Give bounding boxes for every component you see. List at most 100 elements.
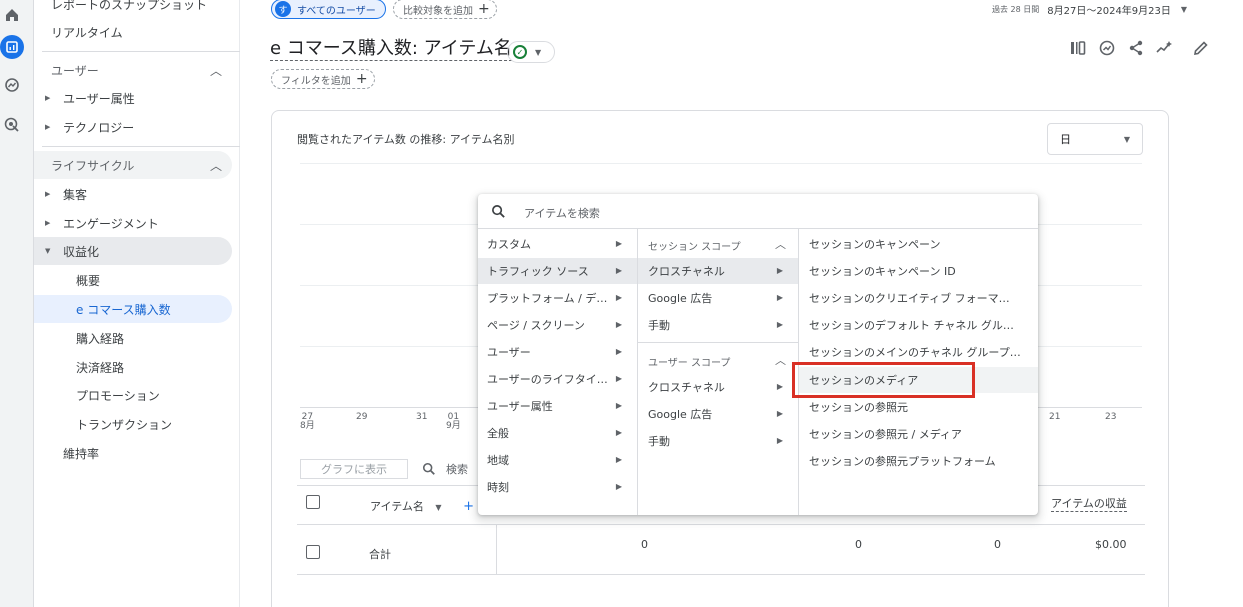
add-filter-button[interactable]: フィルタを追加 + bbox=[271, 69, 375, 89]
scope-item-session-cross-channel[interactable]: クロスチャネル ▶ bbox=[638, 258, 798, 284]
dimension-item[interactable]: セッションの参照元 bbox=[799, 394, 1038, 420]
x-tick: 23 bbox=[1105, 412, 1117, 422]
category-item[interactable]: ユーザー ▶ bbox=[478, 339, 637, 365]
category-column: カスタム ▶ トラフィック ソース ▶ プラットフォーム / デ… ▶ ページ / ス… bbox=[478, 229, 638, 515]
sidebar-item-snapshot[interactable]: レポートのスナップショット bbox=[34, 0, 232, 18]
home-icon[interactable] bbox=[2, 5, 22, 25]
sidebar-section-lifecycle[interactable]: ライフサイクル ︿ bbox=[34, 151, 232, 179]
explore-icon[interactable] bbox=[2, 75, 22, 95]
chevron-right-icon: ▶ bbox=[615, 482, 622, 491]
sidebar-item-demographics[interactable]: ▶ ユーザー属性 bbox=[34, 84, 232, 112]
sidebar-item-engagement[interactable]: ▶ エンゲージメント bbox=[34, 209, 232, 237]
sidebar-item-retention[interactable]: 維持率 bbox=[34, 439, 232, 467]
dimension-item[interactable]: セッションのキャンペーン ID bbox=[799, 258, 1038, 284]
compare-view-icon[interactable] bbox=[1068, 38, 1088, 58]
chevron-right-icon: ▶ bbox=[615, 320, 622, 329]
segment-badge: す bbox=[275, 1, 291, 17]
sidebar-divider bbox=[42, 146, 248, 147]
sidebar-item-promotions[interactable]: プロモーション bbox=[34, 381, 232, 409]
scope-item[interactable]: クロスチャネル ▶ bbox=[638, 374, 798, 400]
sidebar: レポートのスナップショット リアルタイム ユーザー ︿ ▶ ユーザー属性 ▶ テ… bbox=[33, 0, 248, 607]
total-value: 0 bbox=[641, 538, 648, 551]
advertising-icon[interactable] bbox=[2, 115, 22, 135]
table-divider bbox=[297, 524, 1145, 525]
session-scope-label: セッション スコープ bbox=[648, 242, 741, 253]
scope-item[interactable]: 手動 ▶ bbox=[638, 428, 798, 454]
segment-chip[interactable]: す すべてのユーザー bbox=[271, 0, 386, 19]
category-item[interactable]: 地域 ▶ bbox=[478, 447, 637, 473]
insights-icon[interactable] bbox=[1097, 38, 1117, 58]
scope-item[interactable]: 手動 ▶ bbox=[638, 312, 798, 338]
total-row-checkbox[interactable] bbox=[306, 545, 320, 559]
date-range-picker[interactable]: 過去 28 日間 8月27日～2024年9月23日 ▼ bbox=[992, 1, 1187, 17]
trend-sparkle-icon[interactable] bbox=[1154, 38, 1174, 58]
category-item[interactable]: 全般 ▶ bbox=[478, 420, 637, 446]
time-unit-select[interactable]: 日 ▼ bbox=[1047, 123, 1143, 155]
dimension-item[interactable]: セッションの参照元プラットフォーム bbox=[799, 448, 1038, 474]
report-status-button[interactable]: ✓ ▼ bbox=[507, 41, 555, 63]
dimension-column: セッションのキャンペーン セッションのキャンペーン ID セッションのクリエイテ… bbox=[799, 229, 1038, 515]
sidebar-item-monetization[interactable]: ▼ 収益化 bbox=[34, 237, 232, 265]
category-item-traffic-source[interactable]: トラフィック ソース ▶ bbox=[478, 258, 637, 284]
item-name-column-header[interactable]: アイテム名 ▼ + bbox=[370, 498, 474, 514]
chevron-right-icon: ▶ bbox=[615, 401, 622, 410]
dimension-item[interactable]: セッションのデフォルト チャネル グル… bbox=[799, 312, 1038, 338]
expand-arrow-icon: ▶ bbox=[45, 219, 51, 227]
category-item[interactable]: 時刻 ▶ bbox=[478, 474, 637, 500]
chevron-right-icon: ▶ bbox=[776, 436, 783, 445]
add-dimension-icon[interactable]: + bbox=[463, 499, 474, 514]
scope-item[interactable]: Google 広告 ▶ bbox=[638, 285, 798, 311]
sidebar-item-acquisition[interactable]: ▶ 集客 bbox=[34, 180, 232, 208]
chevron-up-icon: ︿ bbox=[209, 159, 222, 173]
select-all-checkbox[interactable] bbox=[306, 495, 320, 509]
table-search[interactable]: 検索 bbox=[422, 459, 468, 479]
sidebar-item-checkout-journey[interactable]: 決済経路 bbox=[34, 353, 232, 381]
plus-icon: + bbox=[355, 71, 368, 87]
dropdown-arrow-icon: ▼ bbox=[1180, 4, 1188, 14]
dimension-search[interactable]: アイテムを検索 bbox=[478, 194, 1038, 229]
dimension-item[interactable]: セッションのクリエイティブ フォーマ… bbox=[799, 285, 1038, 311]
table-divider bbox=[297, 574, 1145, 575]
total-value: $0.00 bbox=[1095, 538, 1127, 551]
category-item[interactable]: カスタム ▶ bbox=[478, 231, 637, 257]
sidebar-item-purchase-journey[interactable]: 購入経路 bbox=[34, 324, 232, 352]
sidebar-item-ecommerce[interactable]: e コマース購入数 bbox=[34, 295, 232, 323]
chevron-right-icon: ▶ bbox=[615, 428, 622, 437]
sidebar-item-realtime[interactable]: リアルタイム bbox=[34, 18, 232, 46]
plus-icon: + bbox=[478, 1, 490, 17]
dimension-item[interactable]: セッションの参照元 / メディア bbox=[799, 421, 1038, 447]
collapse-arrow-icon: ▼ bbox=[45, 247, 51, 255]
expand-arrow-icon: ▶ bbox=[45, 123, 51, 131]
category-item[interactable]: プラットフォーム / デ… ▶ bbox=[478, 285, 637, 311]
scope-item[interactable]: Google 広告 ▶ bbox=[638, 401, 798, 427]
category-item[interactable]: ページ / スクリーン ▶ bbox=[478, 312, 637, 338]
chevron-right-icon: ▶ bbox=[615, 374, 622, 383]
scope-column: セッション スコープ ︿ クロスチャネル ▶ Google 広告 ▶ 手動 ▶ ユーザ… bbox=[638, 229, 799, 515]
user-scope-label: ユーザー スコープ bbox=[648, 358, 731, 369]
sidebar-item-transactions[interactable]: トランザクション bbox=[34, 410, 232, 438]
edit-pencil-icon[interactable] bbox=[1191, 38, 1211, 58]
category-item[interactable]: ユーザーのライフタイ… ▶ bbox=[478, 366, 637, 392]
total-label: 合計 bbox=[369, 548, 391, 561]
reports-icon[interactable] bbox=[0, 35, 24, 59]
x-tick: 21 bbox=[1049, 412, 1061, 422]
chevron-right-icon: ▶ bbox=[776, 293, 783, 302]
dimension-item-session-medium[interactable]: セッションのメディア bbox=[799, 367, 1038, 393]
item-revenue-column-header[interactable]: アイテムの収益 bbox=[1051, 495, 1127, 512]
chevron-up-icon[interactable]: ︿ bbox=[775, 352, 786, 368]
category-item[interactable]: ユーザー属性 ▶ bbox=[478, 393, 637, 419]
share-icon[interactable] bbox=[1126, 38, 1146, 58]
dimension-item[interactable]: セッションのキャンペーン bbox=[799, 231, 1038, 257]
chevron-right-icon: ▶ bbox=[776, 382, 783, 391]
dimension-search-input[interactable]: アイテムを検索 bbox=[524, 205, 600, 221]
plot-rows-button[interactable]: グラフに表示 bbox=[300, 459, 408, 479]
dimension-item[interactable]: セッションのメインのチャネル グループ… bbox=[799, 339, 1038, 365]
dropdown-arrow-icon: ▼ bbox=[435, 503, 442, 512]
sidebar-section-user[interactable]: ユーザー ︿ bbox=[34, 56, 232, 84]
add-comparison-button[interactable]: 比較対象を追加 + bbox=[393, 0, 497, 19]
sidebar-item-overview[interactable]: 概要 bbox=[34, 266, 232, 294]
check-circle-icon: ✓ bbox=[513, 45, 527, 59]
x-tick: 27 8月 bbox=[300, 412, 315, 431]
chevron-up-icon[interactable]: ︿ bbox=[775, 236, 786, 252]
sidebar-item-technology[interactable]: ▶ テクノロジー bbox=[34, 113, 232, 141]
